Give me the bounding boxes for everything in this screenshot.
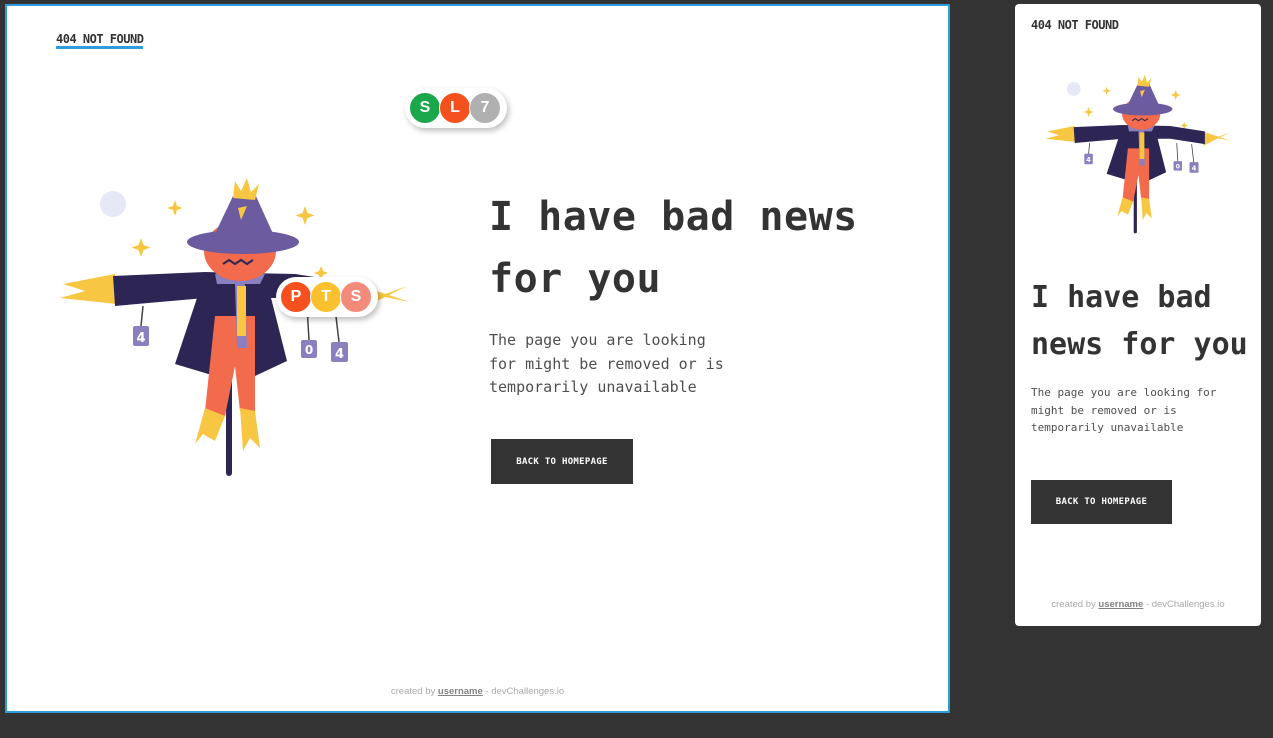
badge-7-label: 7 — [480, 99, 490, 116]
back-to-homepage-button-mobile[interactable]: BACK TO HOMEPAGE — [1031, 480, 1172, 524]
page-headline-mobile: I have bad news for you — [1031, 280, 1248, 362]
badge-t-label: T — [321, 288, 331, 305]
badge-s2: S — [340, 281, 372, 313]
badge-t: T — [310, 281, 342, 313]
left-straw — [60, 274, 117, 304]
footer-prefix-mobile: created by — [1051, 599, 1099, 610]
footer-prefix: created by — [390, 686, 438, 697]
page-headline: I have bad news for you — [489, 194, 858, 302]
badge-p: P — [280, 281, 312, 313]
scarf-stripe — [237, 286, 246, 336]
footer-suffix-mobile: - devChallenges.io — [1143, 599, 1225, 610]
decor-circle — [100, 191, 126, 217]
badge-l: L — [439, 92, 471, 124]
footer-username-link[interactable]: username — [438, 686, 483, 697]
badge-s-label: S — [419, 99, 431, 116]
mobile-frame: 404 NOT FOUND 4 0 4 I have bad news for … — [1015, 4, 1261, 626]
back-to-homepage-button[interactable]: BACK TO HOMEPAGE — [491, 439, 633, 484]
footer-suffix: - devChallenges.io — [482, 686, 565, 697]
can-middle-label: 0 — [305, 343, 313, 357]
brand-logo-mobile[interactable]: 404 NOT FOUND — [1031, 18, 1119, 32]
badge-s2-label: S — [350, 288, 362, 305]
badge-p-label: P — [290, 288, 302, 305]
overlay-badge-group: P T S — [276, 277, 378, 317]
hat-straw — [233, 178, 259, 200]
can-middle-label-mobile: 0 — [1176, 163, 1181, 171]
can-right-label: 4 — [335, 347, 344, 362]
right-foot-straw — [240, 408, 260, 451]
brand-logo[interactable]: 404 NOT FOUND — [56, 32, 144, 49]
can-left-label-mobile: 4 — [1086, 156, 1091, 164]
footer-username-link-mobile[interactable]: username — [1098, 599, 1143, 610]
hat-top — [213, 194, 275, 238]
badge-s: S — [409, 92, 441, 124]
scarecrow-illustration-mobile: 4 0 4 — [1045, 75, 1232, 234]
footer: created by username - devChallenges.io — [7, 686, 948, 697]
page-description-mobile: The page you are looking for might be re… — [1031, 386, 1217, 434]
footer-mobile: created by username - devChallenges.io — [1015, 599, 1261, 610]
scarecrow-illustration: 4 0 4 — [60, 178, 410, 476]
top-badge-group: S L 7 — [405, 88, 507, 128]
page-description: The page you are looking for might be re… — [489, 331, 724, 396]
can-right-label-mobile: 4 — [1192, 165, 1197, 173]
desktop-frame: 404 NOT FOUND S L 7 4 0 4 P T S I have b… — [5, 4, 950, 713]
badge-l-label: L — [450, 99, 460, 116]
badge-7: 7 — [469, 92, 501, 124]
can-left-label: 4 — [136, 331, 145, 346]
